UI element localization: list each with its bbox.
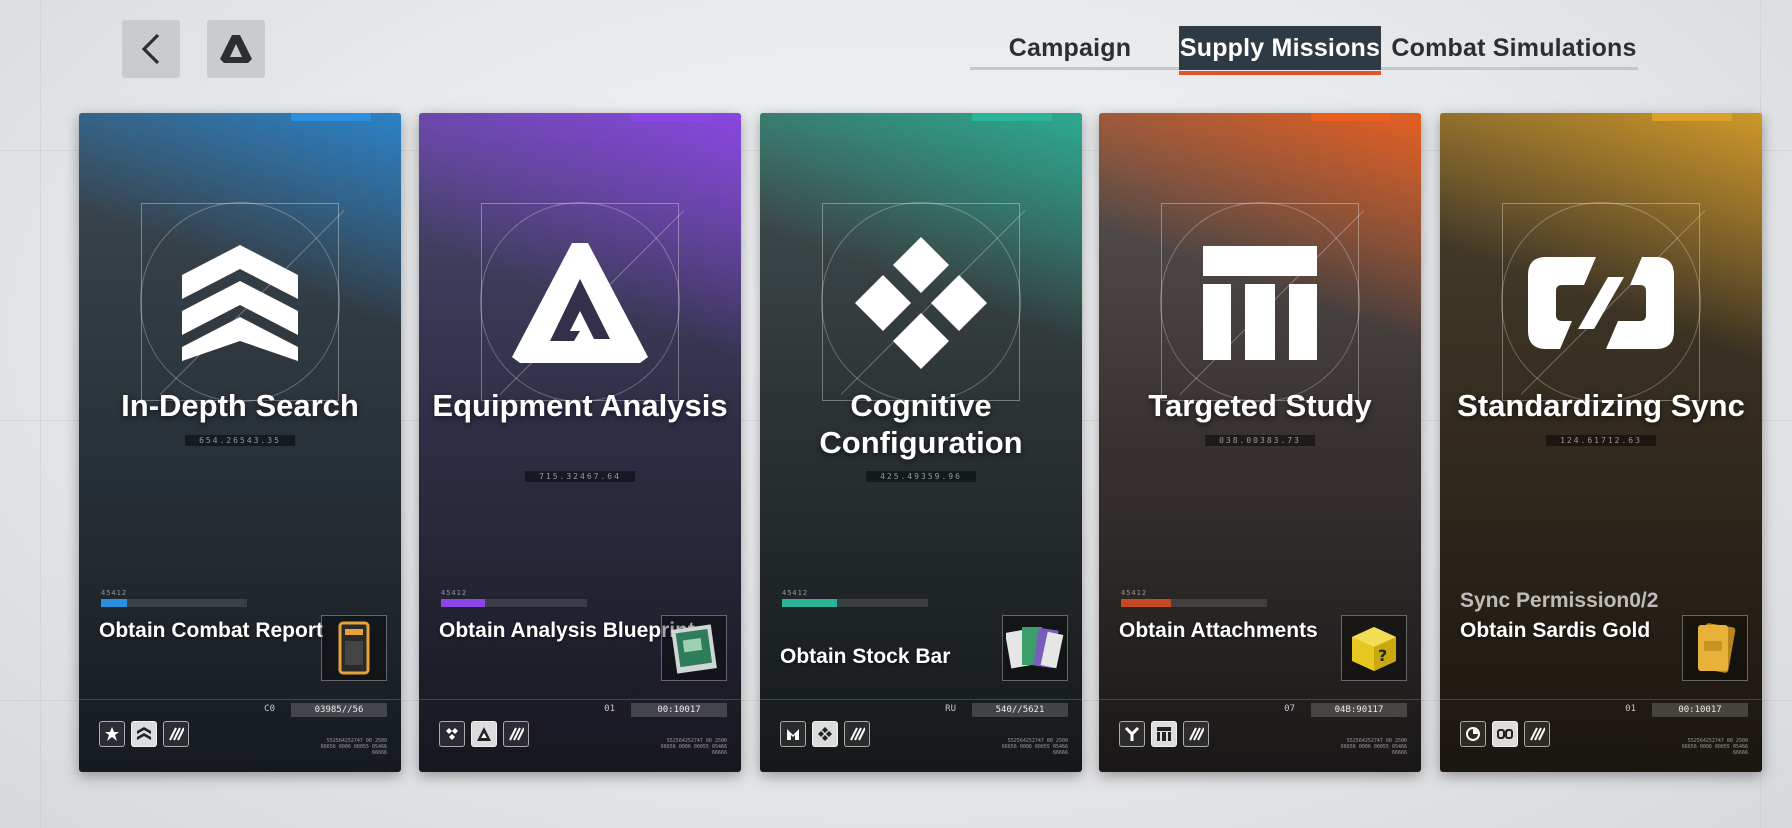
badge-row: [99, 721, 189, 747]
footer-label: 01: [1625, 704, 1636, 714]
card-small-id: 45412: [1121, 589, 1148, 597]
footer-divider: [419, 699, 741, 700]
back-button[interactable]: [122, 20, 180, 78]
card-small-id: 45412: [782, 589, 809, 597]
mission-card-cognitive-configuration[interactable]: Cognitive Configuration 425.49359.96 454…: [760, 113, 1082, 772]
link-chain-icon: [1521, 233, 1681, 373]
card-title: Equipment Analysis: [432, 388, 728, 423]
triangle-emblem-icon: [500, 233, 660, 373]
footer-divider: [1099, 699, 1421, 700]
iti-badge-icon: [1151, 721, 1177, 747]
reward-label: Obtain Analysis Blueprint: [439, 619, 695, 642]
reward-label: Obtain Combat Report: [99, 619, 323, 642]
card-title: Cognitive Configuration: [819, 388, 1023, 460]
reward-label: Obtain Sardis Gold: [1460, 619, 1651, 642]
triangle-logo-icon: [220, 35, 252, 63]
footer-label: C0: [264, 704, 275, 714]
card-small-id: 45412: [441, 589, 468, 597]
fine-print: 552564252747 00 2500 66656 0006 00055 05…: [320, 738, 387, 756]
link-badge-icon: [1492, 721, 1518, 747]
star-badge-icon: [99, 721, 125, 747]
mission-card-targeted-study[interactable]: Targeted Study 038.00383.73 45412 Obtain…: [1099, 113, 1421, 772]
footer-code: 540//5621: [972, 703, 1068, 717]
badge-row: [780, 721, 870, 747]
fine-print: 552564252747 00 2500 66656 0006 00055 05…: [1681, 738, 1748, 756]
home-logo-button[interactable]: [207, 20, 265, 78]
diamond-cluster-icon: [841, 233, 1001, 373]
footer-code: 00:10017: [1652, 703, 1748, 717]
footer-label: RU: [945, 704, 956, 714]
badge-row: [1119, 721, 1209, 747]
stock-bar-icon[interactable]: [1002, 615, 1068, 681]
mode-tabs: Campaign Supply Missions Combat Simulati…: [970, 26, 1638, 75]
mission-card-equipment-analysis[interactable]: Equipment Analysis 715.32467.64 45412 Ob…: [419, 113, 741, 772]
diamond-badge-icon: [812, 721, 838, 747]
gold-bar-icon[interactable]: [1682, 615, 1748, 681]
sync-permission-label: Sync Permission0/2: [1460, 589, 1659, 612]
y-badge-icon: [1119, 721, 1145, 747]
combat-report-icon[interactable]: [321, 615, 387, 681]
footer-code: 03985//56: [291, 703, 387, 717]
progress-bar: [1121, 599, 1267, 607]
iti-block-icon: [1180, 233, 1340, 373]
accent-band: [1311, 113, 1391, 121]
footer-divider: [79, 699, 401, 700]
progress-bar: [101, 599, 247, 607]
tab-campaign-label: Campaign: [1008, 33, 1132, 62]
badge-row: [1460, 721, 1550, 747]
footer-code: 00:10017: [631, 703, 727, 717]
tab-combat-simulations[interactable]: Combat Simulations: [1390, 26, 1638, 70]
card-code: 654.26543.35: [185, 435, 295, 446]
progress-bar: [441, 599, 587, 607]
diamond-badge-icon: [439, 721, 465, 747]
footer-divider: [1440, 699, 1762, 700]
badge-row: [439, 721, 529, 747]
chevron-left-icon: [141, 33, 160, 65]
footer-label: 01: [604, 704, 615, 714]
footer-divider: [760, 699, 1082, 700]
card-code: 715.32467.64: [525, 471, 635, 482]
svg-text:?: ?: [1378, 646, 1387, 665]
accent-band: [291, 113, 371, 121]
tab-supply-missions[interactable]: Supply Missions: [1179, 26, 1381, 75]
card-small-id: 45412: [101, 589, 128, 597]
tab-combat-simulations-label: Combat Simulations: [1391, 33, 1637, 62]
accent-band: [972, 113, 1052, 121]
fine-print: 552564252747 00 2500 66656 0006 00055 05…: [1001, 738, 1068, 756]
active-tab-indicator: [1179, 71, 1381, 75]
card-title: In-Depth Search: [121, 388, 359, 423]
accent-band: [1652, 113, 1732, 121]
mission-card-in-depth-search[interactable]: In-Depth Search 654.26543.35 45412 Obtai…: [79, 113, 401, 772]
progress-bar: [782, 599, 928, 607]
stripes-badge-icon: [163, 721, 189, 747]
reward-label: Obtain Attachments: [1119, 619, 1318, 642]
tab-supply-missions-label: Supply Missions: [1179, 33, 1381, 62]
triangle-badge-icon: [471, 721, 497, 747]
fine-print: 552564252747 00 2500 66656 0006 00055 05…: [1340, 738, 1407, 756]
stripes-badge-icon: [503, 721, 529, 747]
fine-print: 552564252747 00 2500 66656 0006 00055 05…: [660, 738, 727, 756]
card-title: Targeted Study: [1148, 388, 1372, 423]
chevron-stack-badge-icon: [131, 721, 157, 747]
wing-badge-icon: [780, 721, 806, 747]
accent-band: [631, 113, 711, 121]
tab-campaign[interactable]: Campaign: [990, 26, 1150, 70]
stripes-badge-icon: [1524, 721, 1550, 747]
card-code: 124.61712.63: [1546, 435, 1656, 446]
pie-badge-icon: [1460, 721, 1486, 747]
attachment-box-icon[interactable]: ?: [1341, 615, 1407, 681]
footer-code: 04B:90117: [1311, 703, 1407, 717]
footer-label: 07: [1284, 704, 1295, 714]
stripes-badge-icon: [844, 721, 870, 747]
stripes-badge-icon: [1183, 721, 1209, 747]
mission-card-standardizing-sync[interactable]: Standardizing Sync 124.61712.63 Sync Per…: [1440, 113, 1762, 772]
card-code: 038.00383.73: [1205, 435, 1315, 446]
chevron-stack-icon: [160, 233, 320, 373]
blueprint-icon[interactable]: [661, 615, 727, 681]
reward-label: Obtain Stock Bar: [780, 645, 951, 668]
card-title: Standardizing Sync: [1457, 388, 1745, 423]
card-code: 425.49359.96: [866, 471, 976, 482]
